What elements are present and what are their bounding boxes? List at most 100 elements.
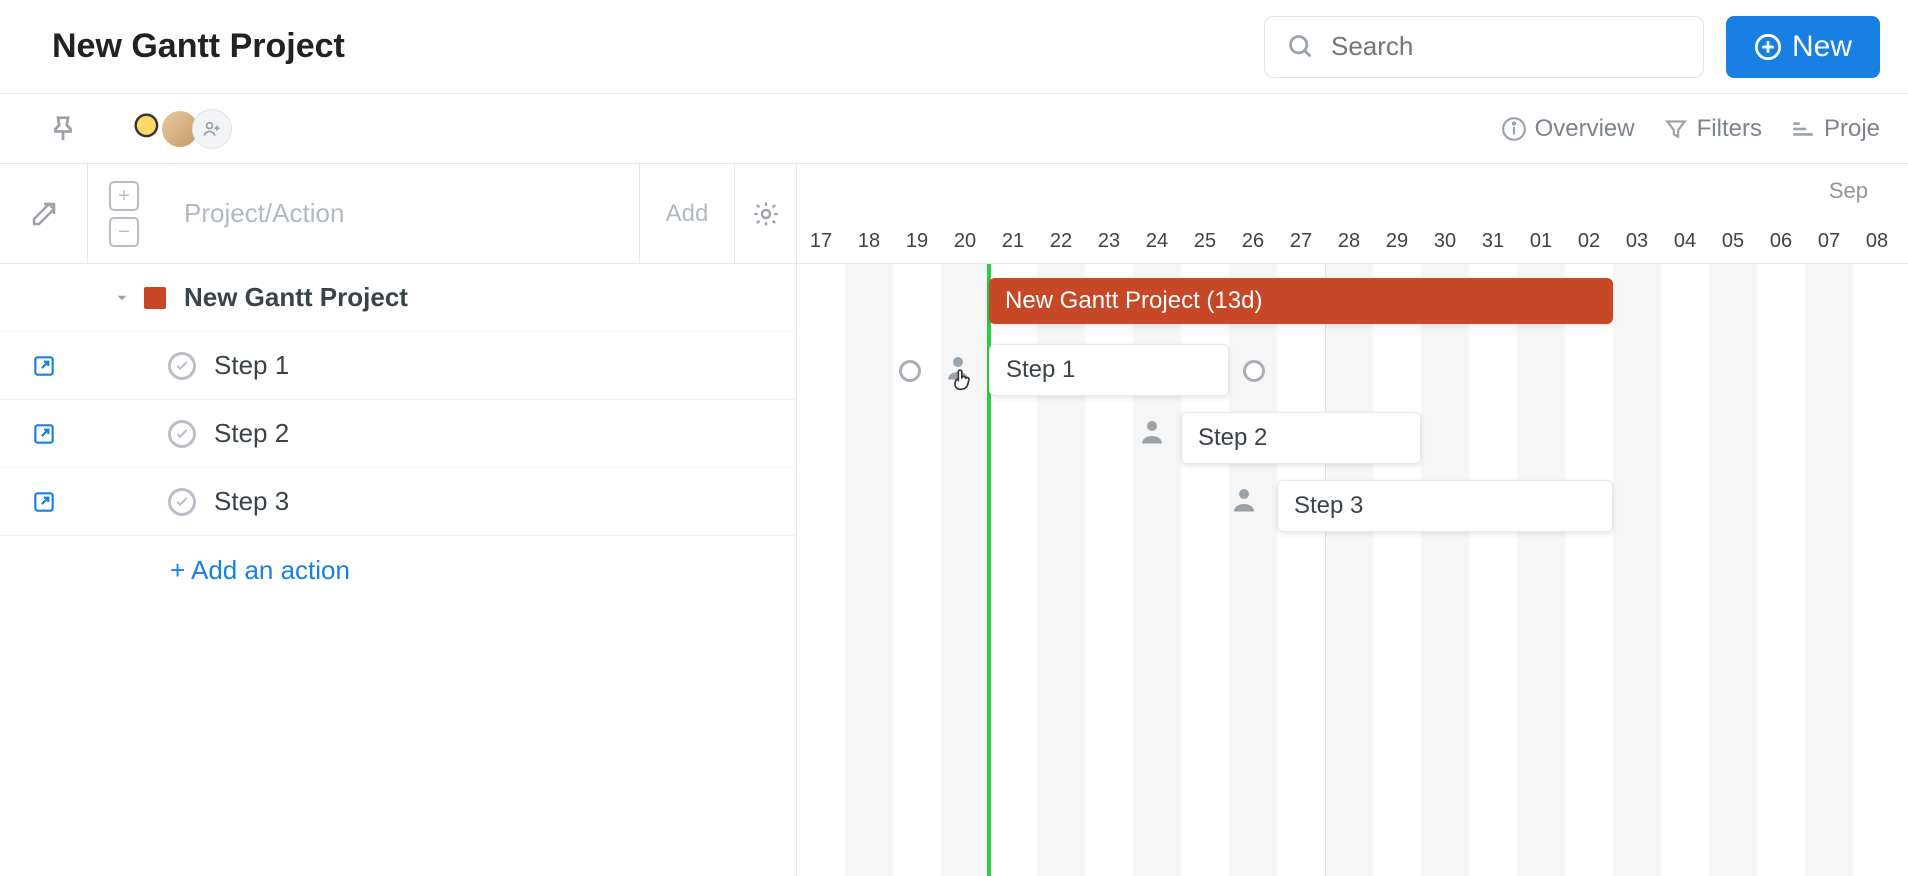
- action-list-pane: + − Project/Action Add New Gantt Project: [0, 164, 797, 876]
- add-person-button[interactable]: [192, 109, 232, 149]
- gantt-pane[interactable]: Sep 17 18 19 20 21 22 23 24 25 26 27 28 …: [797, 164, 1908, 876]
- day-label: 24: [1133, 230, 1181, 253]
- page-title: New Gantt Project: [52, 27, 1264, 66]
- day-label: 02: [1565, 230, 1613, 253]
- new-button[interactable]: New: [1726, 16, 1880, 78]
- day-label: 07: [1805, 230, 1853, 253]
- project-settings-label: Proje: [1824, 115, 1880, 143]
- gantt-time-header: Sep 17 18 19 20 21 22 23 24 25 26 27 28 …: [797, 164, 1908, 264]
- column-header-label: Project/Action: [160, 198, 639, 229]
- filters-link[interactable]: Filters: [1663, 115, 1762, 143]
- filters-label: Filters: [1697, 115, 1762, 143]
- day-label: 20: [941, 230, 989, 253]
- action-label: Step 2: [214, 418, 289, 449]
- add-action-button[interactable]: + Add an action: [0, 536, 796, 604]
- assignee-icon[interactable]: [1229, 484, 1259, 514]
- task-bar-label: Step 1: [1006, 356, 1075, 384]
- day-label: 05: [1709, 230, 1757, 253]
- grid-stripe: [845, 264, 893, 876]
- project-name-label: New Gantt Project: [184, 282, 408, 313]
- day-label: 09: [1901, 230, 1908, 253]
- assignee-icon[interactable]: [1137, 416, 1167, 446]
- pin-icon[interactable]: [48, 114, 78, 144]
- search-box[interactable]: [1264, 16, 1704, 78]
- complete-toggle[interactable]: [168, 352, 196, 380]
- day-label: 18: [845, 230, 893, 253]
- bar-start-handle[interactable]: [899, 360, 921, 382]
- filter-icon: [1663, 116, 1689, 142]
- action-row[interactable]: Step 3: [0, 468, 796, 536]
- check-icon: [174, 358, 190, 374]
- task-bar-label: Step 2: [1198, 424, 1267, 452]
- avatars: [130, 109, 250, 149]
- gear-icon: [752, 200, 780, 228]
- task-bar-label: Step 3: [1294, 492, 1363, 520]
- action-label: Step 1: [214, 350, 289, 381]
- project-bar[interactable]: New Gantt Project (13d): [989, 278, 1613, 324]
- task-bar[interactable]: Step 2: [1181, 412, 1421, 464]
- overview-link[interactable]: Overview: [1501, 115, 1635, 143]
- info-icon: [1501, 116, 1527, 142]
- check-icon: [174, 494, 190, 510]
- edit-column-header: [0, 164, 88, 263]
- day-label: 01: [1517, 230, 1565, 253]
- open-detail-icon[interactable]: [31, 353, 57, 379]
- bars-icon: [1790, 116, 1816, 142]
- day-label: 29: [1373, 230, 1421, 253]
- grid-stripe: [1517, 264, 1565, 876]
- action-row[interactable]: Step 1: [0, 332, 796, 400]
- day-label: 03: [1613, 230, 1661, 253]
- gantt-body[interactable]: New Gantt Project (13d) Step 1 Step 2: [797, 264, 1908, 876]
- grid-stripe: [1613, 264, 1661, 876]
- day-label: 27: [1277, 230, 1325, 253]
- check-icon: [174, 426, 190, 442]
- collapse-all-button[interactable]: −: [109, 217, 139, 247]
- project-row[interactable]: New Gantt Project: [0, 264, 796, 332]
- plus-circle-icon: [1754, 33, 1782, 61]
- complete-toggle[interactable]: [168, 488, 196, 516]
- day-label: 26: [1229, 230, 1277, 253]
- day-label: 23: [1085, 230, 1133, 253]
- project-settings-link[interactable]: Proje: [1790, 115, 1880, 143]
- expand-collapse-controls: + −: [88, 164, 160, 263]
- toolbar: Overview Filters Proje: [0, 94, 1908, 164]
- task-bar[interactable]: Step 3: [1277, 480, 1613, 532]
- day-label: 06: [1757, 230, 1805, 253]
- day-label: 21: [989, 230, 1037, 253]
- day-label: 04: [1661, 230, 1709, 253]
- new-button-label: New: [1792, 30, 1852, 64]
- caret-down-icon[interactable]: [108, 284, 136, 312]
- day-label: 22: [1037, 230, 1085, 253]
- grid-stripe: [1421, 264, 1469, 876]
- day-label: 28: [1325, 230, 1373, 253]
- day-row: 17 18 19 20 21 22 23 24 25 26 27 28 29 3…: [797, 230, 1908, 253]
- action-row[interactable]: Step 2: [0, 400, 796, 468]
- day-label: 30: [1421, 230, 1469, 253]
- day-label: 31: [1469, 230, 1517, 253]
- overview-label: Overview: [1535, 115, 1635, 143]
- day-label: 08: [1853, 230, 1901, 253]
- search-input[interactable]: [1331, 31, 1681, 62]
- add-subcolumn-button[interactable]: Add: [639, 164, 734, 263]
- month-label: Sep: [1829, 178, 1868, 204]
- open-detail-icon[interactable]: [31, 489, 57, 515]
- day-label: 19: [893, 230, 941, 253]
- cursor-hand-icon: [949, 366, 977, 399]
- complete-toggle[interactable]: [168, 420, 196, 448]
- action-label: Step 3: [214, 486, 289, 517]
- list-column-header: + − Project/Action Add: [0, 164, 796, 264]
- open-detail-icon[interactable]: [31, 421, 57, 447]
- project-color-chip[interactable]: [144, 287, 166, 309]
- grid-stripe: [1805, 264, 1853, 876]
- week-divider: [1325, 264, 1326, 876]
- person-plus-icon: [202, 119, 222, 139]
- person-icon: [1229, 484, 1259, 514]
- task-bar[interactable]: Step 1: [989, 344, 1229, 396]
- main-split: + − Project/Action Add New Gantt Project: [0, 164, 1908, 876]
- column-settings-button[interactable]: [734, 164, 796, 263]
- project-bar-label: New Gantt Project (13d): [1005, 287, 1262, 315]
- grid-stripe: [1709, 264, 1757, 876]
- bar-end-handle[interactable]: [1243, 360, 1265, 382]
- compose-icon[interactable]: [29, 199, 59, 229]
- expand-all-button[interactable]: +: [109, 181, 139, 211]
